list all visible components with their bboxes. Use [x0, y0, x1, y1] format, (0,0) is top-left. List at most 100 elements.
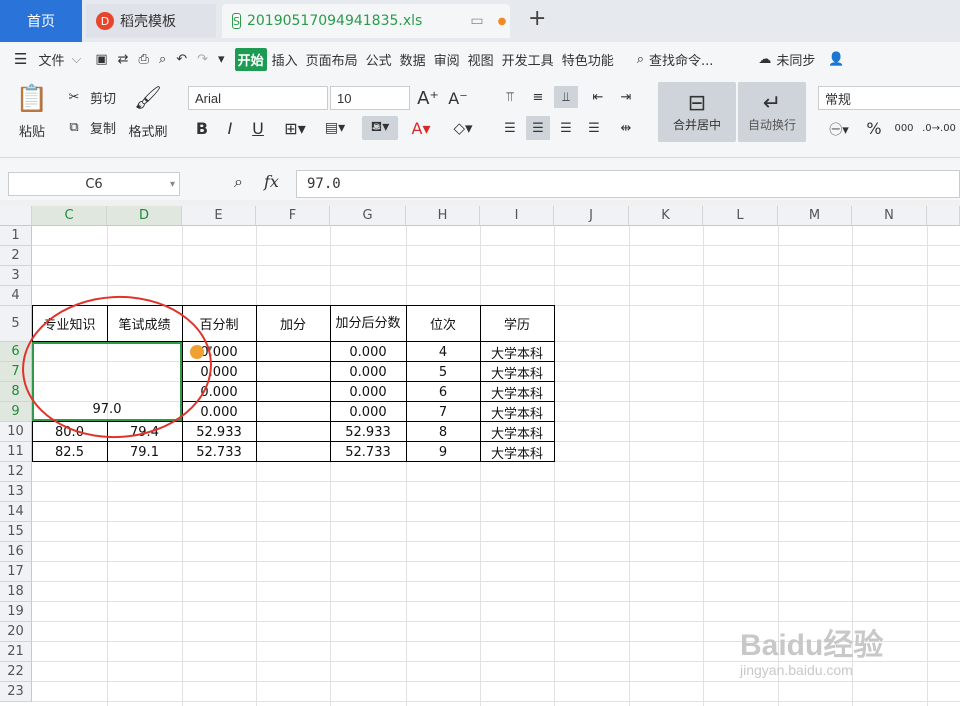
cloud-icon[interactable]: ☁ [758, 52, 771, 67]
data-cell[interactable]: 6 [406, 382, 480, 402]
menu-home[interactable]: 开始 [234, 47, 267, 71]
column-header[interactable]: I [480, 206, 554, 226]
menu-view[interactable]: 视图 [465, 48, 497, 71]
data-cell[interactable]: 0.000 [330, 362, 406, 382]
data-cell[interactable]: 大学本科 [480, 362, 554, 382]
print-icon[interactable]: ⎙ [139, 52, 149, 67]
redo-icon[interactable]: ↷ [197, 52, 208, 67]
font-color-icon[interactable]: A▾ [404, 116, 438, 140]
row-header[interactable]: 17 [0, 562, 32, 582]
align-top-icon[interactable]: ⫪ [498, 86, 522, 108]
data-cell[interactable]: 52.933 [330, 422, 406, 442]
underline-icon[interactable]: U [246, 116, 270, 140]
decrease-font-icon[interactable]: A⁻ [446, 86, 470, 110]
preview-icon[interactable]: ⌕ [159, 52, 166, 67]
zoom-icon[interactable]: ⌕ [234, 172, 243, 192]
menu-data[interactable]: 数据 [397, 48, 429, 71]
merge-center-button[interactable]: ⊟ 合并居中 [658, 82, 736, 142]
fill-color-icon[interactable]: ⛾▾ [362, 116, 398, 140]
undo-icon[interactable]: ↶ [176, 52, 187, 67]
data-cell[interactable]: 大学本科 [480, 422, 554, 442]
data-cell[interactable]: 9 [406, 442, 480, 462]
user-icon[interactable]: 👤 [828, 52, 844, 67]
data-cell[interactable]: 0.000 [330, 342, 406, 362]
tab-home[interactable]: 首页 [0, 0, 82, 42]
align-right-icon[interactable]: ☰ [554, 116, 578, 140]
format-painter-button[interactable]: 格式刷 [124, 120, 172, 140]
data-cell[interactable]: 0.000 [330, 382, 406, 402]
currency-icon[interactable]: ㊀▾ [822, 116, 856, 140]
increase-font-icon[interactable]: A⁺ [416, 86, 440, 110]
thousands-icon[interactable]: 000 [890, 116, 918, 140]
menu-special[interactable]: 特色功能 [559, 48, 617, 71]
row-header[interactable]: 18 [0, 582, 32, 602]
header-cell[interactable]: 加分后分数 [334, 306, 402, 341]
row-header[interactable]: 9 [0, 402, 32, 422]
row-header[interactable]: 21 [0, 642, 32, 662]
row-header[interactable]: 15 [0, 522, 32, 542]
italic-icon[interactable]: I [218, 116, 242, 140]
data-cell[interactable]: 大学本科 [480, 382, 554, 402]
align-bottom-icon[interactable]: ⫫ [554, 86, 578, 108]
cell-style-icon[interactable]: ▤▾ [318, 116, 352, 140]
row-header[interactable]: 11 [0, 442, 32, 462]
screen-icon[interactable]: ▭ [470, 13, 483, 29]
row-header[interactable]: 3 [0, 266, 32, 286]
search-icon[interactable]: ⌕ [637, 52, 644, 67]
data-cell[interactable]: 52.733 [330, 442, 406, 462]
menu-formulas[interactable]: 公式 [363, 48, 395, 71]
export-icon[interactable]: ⇄ [118, 52, 129, 67]
column-header[interactable]: H [406, 206, 480, 226]
data-cell[interactable]: 8 [406, 422, 480, 442]
formula-input[interactable]: 97.0 [296, 170, 960, 198]
data-cell[interactable]: 7 [406, 402, 480, 422]
fx-icon[interactable]: fx [264, 172, 279, 191]
column-header[interactable]: L [703, 206, 778, 226]
align-center-icon[interactable]: ☰ [526, 116, 550, 140]
row-header[interactable]: 22 [0, 662, 32, 682]
menu-page-layout[interactable]: 页面布局 [303, 48, 361, 71]
data-cell[interactable]: 大学本科 [480, 342, 554, 362]
row-header[interactable]: 23 [0, 682, 32, 702]
menu-insert[interactable]: 插入 [269, 48, 301, 71]
column-header[interactable]: E [182, 206, 256, 226]
copy-button[interactable]: 复制 [86, 116, 120, 138]
cut-button[interactable]: 剪切 [86, 86, 120, 108]
paste-icon[interactable]: 📋 [12, 84, 52, 114]
bold-icon[interactable]: B [190, 116, 214, 140]
data-cell[interactable]: 4 [406, 342, 480, 362]
header-cell[interactable]: 位次 [406, 306, 480, 341]
number-format-select[interactable]: 常规 [818, 86, 960, 110]
data-cell[interactable]: 52.933 [182, 422, 256, 442]
header-cell[interactable]: 加分 [256, 306, 330, 341]
menu-file[interactable]: 文件 [35, 48, 67, 71]
row-header[interactable]: 5 [0, 306, 32, 342]
align-left-icon[interactable]: ☰ [498, 116, 522, 140]
row-header[interactable]: 12 [0, 462, 32, 482]
format-painter-icon[interactable]: 🖌 [134, 84, 162, 112]
column-header[interactable]: J [554, 206, 629, 226]
data-cell[interactable]: 52.733 [182, 442, 256, 462]
data-cell[interactable]: 79.1 [107, 442, 182, 462]
indent-increase-icon[interactable]: ⇥ [614, 86, 638, 108]
save-icon[interactable]: ▣ [95, 52, 107, 67]
column-header[interactable]: N [852, 206, 927, 226]
row-header[interactable]: 2 [0, 246, 32, 266]
row-header[interactable]: 20 [0, 622, 32, 642]
data-cell[interactable]: 大学本科 [480, 442, 554, 462]
menu-developer[interactable]: 开发工具 [499, 48, 557, 71]
row-header[interactable]: 13 [0, 482, 32, 502]
data-cell[interactable]: 5 [406, 362, 480, 382]
tab-template[interactable]: D 稻壳模板 [86, 4, 216, 38]
clear-format-icon[interactable]: ◇▾ [446, 116, 480, 140]
select-all-corner[interactable] [0, 206, 32, 226]
column-header[interactable]: K [629, 206, 703, 226]
row-header[interactable]: 16 [0, 542, 32, 562]
column-header[interactable]: C [32, 206, 107, 226]
column-header[interactable]: F [256, 206, 330, 226]
row-header[interactable]: 4 [0, 286, 32, 306]
data-cell[interactable]: 82.5 [32, 442, 107, 462]
font-size-select[interactable]: 10 [330, 86, 410, 110]
paste-button[interactable]: 粘贴 [10, 120, 54, 140]
row-header[interactable]: 14 [0, 502, 32, 522]
